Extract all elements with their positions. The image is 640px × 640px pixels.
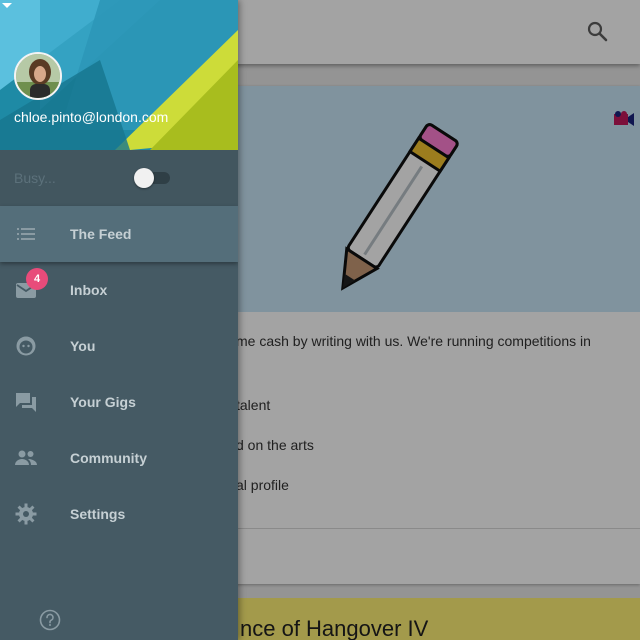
toggle-thumb — [134, 168, 154, 188]
nav-item-label: Settings — [70, 506, 126, 522]
forum-icon — [16, 393, 36, 412]
drawer-header: chloe.pinto@london.com — [0, 0, 238, 150]
nav-item-you[interactable]: You — [0, 318, 238, 374]
busy-toggle[interactable] — [134, 168, 172, 188]
nav-item-label: Your Gigs — [70, 394, 136, 410]
nav-item-the-feed[interactable]: The Feed — [0, 206, 238, 262]
busy-status-row: Busy... — [0, 150, 238, 206]
list-icon — [17, 228, 35, 240]
inbox-unread-badge: 4 — [26, 268, 48, 290]
face-icon — [16, 336, 36, 356]
nav-item-inbox[interactable]: 4 Inbox — [0, 262, 238, 318]
nav-item-label: The Feed — [70, 226, 132, 242]
nav-item-community[interactable]: Community — [0, 430, 238, 486]
nav-item-label: You — [70, 338, 96, 354]
nav-item-settings[interactable]: Settings — [0, 486, 238, 542]
help-icon — [39, 609, 61, 631]
avatar[interactable] — [14, 52, 62, 100]
nav-item-your-gigs[interactable]: Your Gigs — [0, 374, 238, 430]
navigation-drawer: chloe.pinto@london.com Busy... The Feed … — [0, 0, 238, 640]
help-button[interactable] — [39, 609, 61, 631]
nav-item-label: Inbox — [70, 282, 108, 298]
gear-icon — [15, 503, 37, 525]
people-icon — [15, 450, 37, 465]
avatar-photo — [16, 54, 60, 98]
nav-item-label: Community — [70, 450, 147, 466]
caret-down-icon[interactable] — [0, 0, 14, 10]
busy-status-label: Busy... — [14, 170, 56, 186]
account-email[interactable]: chloe.pinto@london.com — [14, 109, 168, 125]
